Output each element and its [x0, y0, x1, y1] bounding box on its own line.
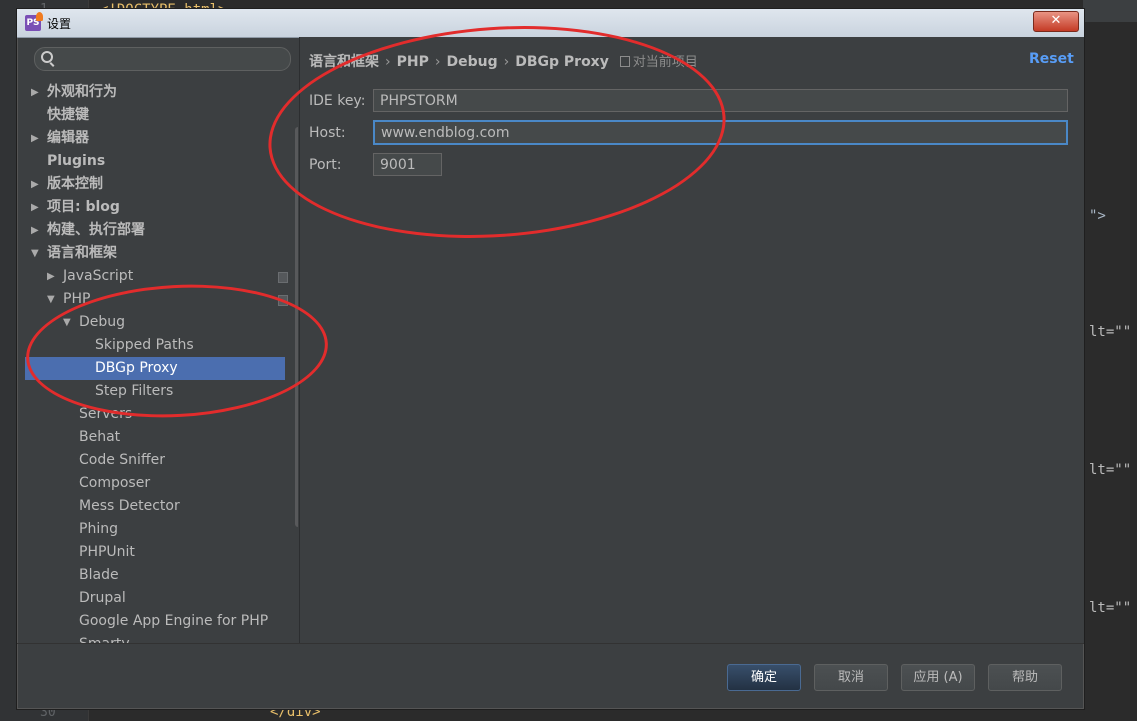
- tree-item-label: PHPUnit: [79, 544, 135, 560]
- tree-item-project[interactable]: ▶ 项目: blog: [25, 196, 298, 219]
- tree-item-keymap[interactable]: 快捷键: [25, 104, 298, 127]
- tree-item-label: Plugins: [47, 153, 106, 169]
- search-icon: [41, 51, 53, 63]
- expand-arrow-icon[interactable]: ▶: [31, 81, 43, 104]
- footer-divider: [17, 643, 1084, 644]
- tree-item-javascript[interactable]: ▶ JavaScript: [25, 265, 298, 288]
- tree-item-label: 项目: blog: [47, 199, 120, 215]
- tree-item-composer[interactable]: Composer: [25, 472, 298, 495]
- tree-item-label: Code Sniffer: [79, 452, 165, 468]
- tree-item-appearance[interactable]: ▶ 外观和行为: [25, 81, 298, 104]
- tree-item-label: JavaScript: [63, 268, 134, 284]
- tree-item-behat[interactable]: Behat: [25, 426, 298, 449]
- search-input[interactable]: [59, 50, 284, 68]
- tree-item-label: Drupal: [79, 590, 126, 606]
- tree-item-editor[interactable]: ▶ 编辑器: [25, 127, 298, 150]
- code-fragment: ">: [1089, 208, 1106, 224]
- help-button[interactable]: 帮助: [988, 664, 1062, 691]
- tree-item-label: Smarty: [79, 633, 130, 643]
- expand-arrow-icon[interactable]: ▶: [31, 173, 43, 196]
- apply-button[interactable]: 应用 (A): [901, 664, 975, 691]
- tree-item-code-sniffer[interactable]: Code Sniffer: [25, 449, 298, 472]
- phpstorm-app-icon: PS: [25, 12, 43, 31]
- ok-button[interactable]: 确定: [727, 664, 801, 691]
- tree-item-label: 版本控制: [47, 176, 103, 192]
- expand-arrow-icon[interactable]: ▶: [31, 196, 43, 219]
- tree-item-phing[interactable]: Phing: [25, 518, 298, 541]
- editor-toolbar-strip: [1083, 0, 1137, 22]
- expand-arrow-icon[interactable]: ▶: [47, 265, 59, 288]
- tree-item-build-execution-deployment[interactable]: ▶ 构建、执行部署: [25, 219, 298, 242]
- dialog-title: 设置: [47, 17, 72, 31]
- tree-item-label: Composer: [79, 475, 151, 491]
- code-fragment: lt="": [1089, 324, 1132, 340]
- tree-item-smarty[interactable]: Smarty: [25, 633, 298, 643]
- code-fragment: lt="": [1089, 600, 1132, 616]
- collapse-arrow-icon[interactable]: ▼: [47, 288, 59, 311]
- tree-item-plugins[interactable]: Plugins: [25, 150, 298, 173]
- tree-item-label: Blade: [79, 567, 119, 583]
- code-fragment: lt="": [1089, 462, 1132, 478]
- cancel-button[interactable]: 取消: [814, 664, 888, 691]
- tree-item-label: 编辑器: [47, 130, 89, 146]
- tree-item-label: 构建、执行部署: [47, 222, 145, 238]
- collapse-arrow-icon[interactable]: ▼: [31, 242, 43, 265]
- tree-item-drupal[interactable]: Drupal: [25, 587, 298, 610]
- reset-link[interactable]: Reset: [1029, 51, 1074, 67]
- tree-item-mess-detector[interactable]: Mess Detector: [25, 495, 298, 518]
- tree-item-phpunit[interactable]: PHPUnit: [25, 541, 298, 564]
- tree-item-label: Google App Engine for PHP: [79, 613, 269, 629]
- tree-item-version-control[interactable]: ▶ 版本控制: [25, 173, 298, 196]
- tree-item-google-app-engine[interactable]: Google App Engine for PHP: [25, 610, 298, 633]
- tree-item-languages-frameworks[interactable]: ▼ 语言和框架: [25, 242, 298, 265]
- tree-item-blade[interactable]: Blade: [25, 564, 298, 587]
- tree-item-label: 外观和行为: [47, 84, 117, 100]
- close-button[interactable]: ✕: [1033, 11, 1079, 32]
- tree-item-label: Behat: [79, 429, 121, 445]
- tree-item-label: Mess Detector: [79, 498, 180, 514]
- tree-item-label: Phing: [79, 521, 118, 537]
- tree-item-label: 快捷键: [47, 107, 89, 123]
- search-box[interactable]: [34, 47, 291, 71]
- tree-item-label: 语言和框架: [47, 245, 117, 261]
- expand-arrow-icon[interactable]: ▶: [31, 219, 43, 242]
- expand-arrow-icon[interactable]: ▶: [31, 127, 43, 150]
- project-scope-icon: [278, 272, 288, 283]
